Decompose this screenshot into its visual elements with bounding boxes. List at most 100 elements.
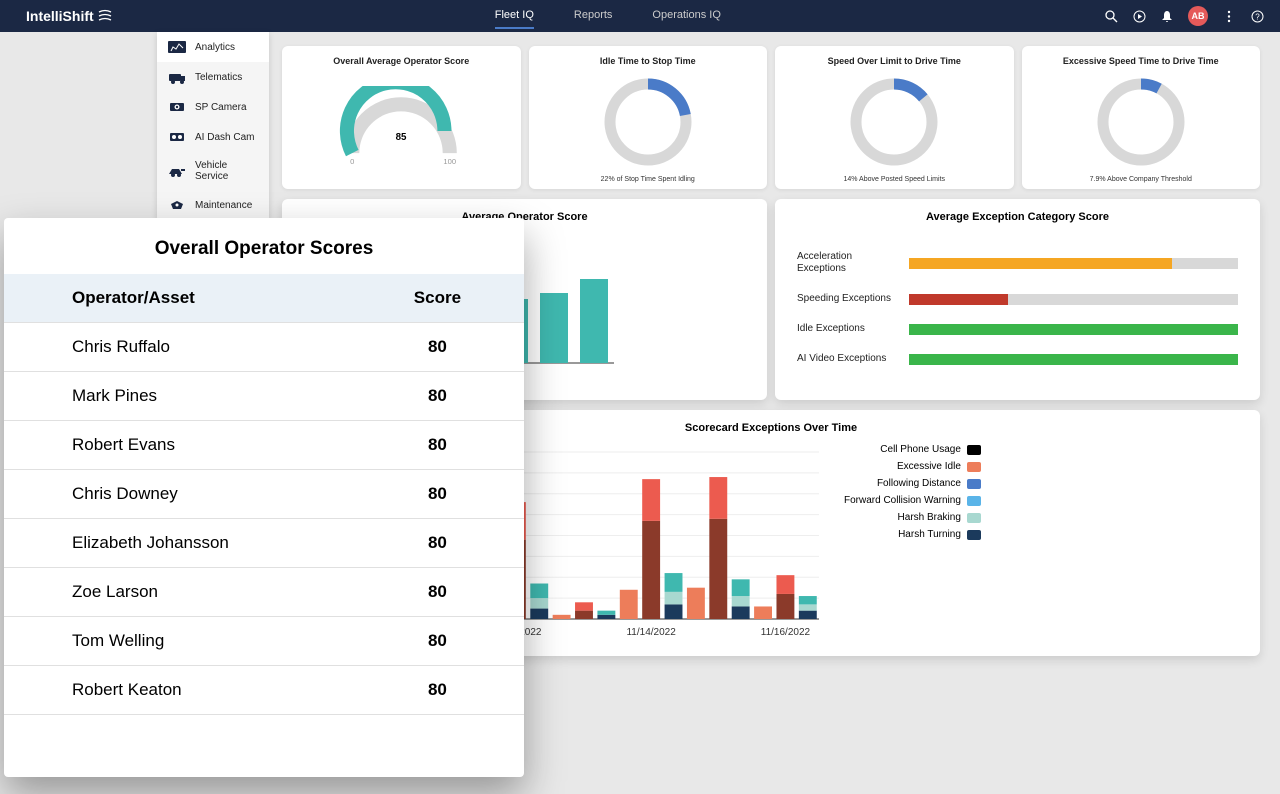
sidebar-item-label: Vehicle Service bbox=[195, 160, 259, 182]
legend-swatch bbox=[967, 479, 981, 489]
gauge-footer: 22% of Stop Time Spent Idling bbox=[601, 176, 695, 183]
cell-operator: Tom Welling bbox=[4, 617, 351, 666]
sidebar-icon bbox=[167, 130, 187, 144]
table-row[interactable]: Robert Keaton80 bbox=[4, 666, 524, 715]
legend-label: Forward Collision Warning bbox=[844, 495, 961, 506]
legend-item: Harsh Turning bbox=[844, 529, 981, 540]
chart-title: Average Exception Category Score bbox=[787, 211, 1248, 223]
cell-score: 80 bbox=[351, 666, 524, 715]
cell-operator: Robert Keaton bbox=[4, 666, 351, 715]
sidebar-item-ai-dash-cam[interactable]: AI Dash Cam bbox=[157, 122, 269, 152]
gauge-title: Speed Over Limit to Drive Time bbox=[828, 56, 961, 66]
avatar[interactable]: AB bbox=[1188, 6, 1208, 26]
nav-tab-fleet-iq[interactable]: Fleet IQ bbox=[495, 3, 534, 29]
nav-tab-operations-iq[interactable]: Operations IQ bbox=[652, 3, 720, 29]
cell-score: 80 bbox=[351, 421, 524, 470]
gauge-card-1: Idle Time to Stop Time 22% of Stop Time … bbox=[529, 46, 768, 189]
table-row[interactable]: Tom Welling80 bbox=[4, 617, 524, 666]
help-icon[interactable]: ? bbox=[1250, 9, 1264, 23]
cell-score: 80 bbox=[351, 323, 524, 372]
cell-operator: Chris Downey bbox=[4, 470, 351, 519]
sidebar-item-analytics[interactable]: Analytics bbox=[157, 32, 269, 62]
sidebar-item-label: SP Camera bbox=[195, 102, 247, 113]
search-icon[interactable] bbox=[1104, 9, 1118, 23]
col-operator: Operator/Asset bbox=[4, 274, 351, 323]
sidebar-icon bbox=[167, 100, 187, 114]
sidebar-item-sp-camera[interactable]: SP Camera bbox=[157, 92, 269, 122]
exception-label: Idle Exceptions bbox=[797, 323, 897, 335]
more-vertical-icon[interactable] bbox=[1222, 9, 1236, 23]
cell-score: 80 bbox=[351, 519, 524, 568]
cell-score: 80 bbox=[351, 470, 524, 519]
sidebar-item-label: Analytics bbox=[195, 42, 235, 53]
cell-operator: Elizabeth Johansson bbox=[4, 519, 351, 568]
gauge-chart bbox=[1030, 72, 1253, 172]
sidebar-icon bbox=[167, 198, 187, 212]
sidebar: Analytics Telematics SP Camera AI Dash Cam V… bbox=[157, 32, 269, 220]
cell-operator: Chris Ruffalo bbox=[4, 323, 351, 372]
legend-label: Harsh Braking bbox=[898, 512, 961, 523]
legend-label: Cell Phone Usage bbox=[880, 444, 961, 455]
cell-operator: Mark Pines bbox=[4, 372, 351, 421]
col-score: Score bbox=[351, 274, 524, 323]
play-icon[interactable] bbox=[1132, 9, 1146, 23]
brand-icon bbox=[98, 9, 112, 23]
exception-label: Speeding Exceptions bbox=[797, 293, 897, 305]
legend-label: Harsh Turning bbox=[898, 529, 961, 540]
table-row[interactable]: Mark Pines80 bbox=[4, 372, 524, 421]
top-navbar: IntelliShift Fleet IQ Reports Operations… bbox=[0, 0, 1280, 32]
exception-row: Acceleration Exceptions bbox=[797, 251, 1238, 275]
table-row[interactable]: Elizabeth Johansson80 bbox=[4, 519, 524, 568]
cell-operator: Robert Evans bbox=[4, 421, 351, 470]
svg-text:100: 100 bbox=[444, 156, 457, 165]
gauge-row: Overall Average Operator Score 85 0 100 … bbox=[282, 46, 1260, 189]
legend-swatch bbox=[967, 462, 981, 472]
svg-text:11/14/2022: 11/14/2022 bbox=[626, 627, 676, 638]
sidebar-item-maintenance[interactable]: Maintenance bbox=[157, 190, 269, 220]
brand-text: IntelliShift bbox=[26, 8, 94, 24]
overall-operator-scores-popup: Overall Operator Scores Operator/Asset S… bbox=[4, 218, 524, 777]
sidebar-icon bbox=[167, 164, 187, 178]
svg-text:0: 0 bbox=[350, 156, 354, 165]
svg-text:85: 85 bbox=[396, 132, 407, 143]
legend-item: Excessive Idle bbox=[844, 461, 981, 472]
sidebar-item-telematics[interactable]: Telematics bbox=[157, 62, 269, 92]
legend-label: Following Distance bbox=[877, 478, 961, 489]
legend-swatch bbox=[967, 445, 981, 455]
gauge-card-3: Excessive Speed Time to Drive Time 7.9% … bbox=[1022, 46, 1261, 189]
exception-bar bbox=[909, 324, 1238, 335]
card-avg-exception-score: Average Exception Category Score Acceler… bbox=[775, 199, 1260, 400]
legend-item: Following Distance bbox=[844, 478, 981, 489]
gauge-chart bbox=[537, 72, 760, 172]
sidebar-icon bbox=[167, 70, 187, 84]
nav-tab-reports[interactable]: Reports bbox=[574, 3, 613, 29]
gauge-title: Excessive Speed Time to Drive Time bbox=[1063, 56, 1219, 66]
cell-score: 80 bbox=[351, 617, 524, 666]
sidebar-item-vehicle-service[interactable]: Vehicle Service bbox=[157, 152, 269, 190]
brand-logo: IntelliShift bbox=[26, 8, 112, 24]
legend-item: Harsh Braking bbox=[844, 512, 981, 523]
exception-row: AI Video Exceptions bbox=[797, 353, 1238, 365]
gauge-title: Idle Time to Stop Time bbox=[600, 56, 696, 66]
sidebar-item-label: Telematics bbox=[195, 72, 242, 83]
cell-score: 80 bbox=[351, 372, 524, 421]
legend: Cell Phone Usage Excessive Idle Following … bbox=[844, 444, 981, 540]
exception-bar bbox=[909, 354, 1238, 365]
table-row[interactable]: Robert Evans80 bbox=[4, 421, 524, 470]
nav-right: AB ? bbox=[1104, 6, 1264, 26]
exception-label: AI Video Exceptions bbox=[797, 353, 897, 365]
exception-rows: Acceleration Exceptions Speeding Excepti… bbox=[787, 233, 1248, 373]
exception-bar bbox=[909, 294, 1238, 305]
table-row[interactable]: Zoe Larson80 bbox=[4, 568, 524, 617]
gauge-footer: 14% Above Posted Speed Limits bbox=[843, 176, 945, 183]
gauge-card-2: Speed Over Limit to Drive Time 14% Above… bbox=[775, 46, 1014, 189]
legend-item: Forward Collision Warning bbox=[844, 495, 981, 506]
bell-icon[interactable] bbox=[1160, 9, 1174, 23]
cell-operator: Zoe Larson bbox=[4, 568, 351, 617]
nav-tabs: Fleet IQ Reports Operations IQ bbox=[112, 3, 1104, 29]
table-row[interactable]: Chris Ruffalo80 bbox=[4, 323, 524, 372]
table-row[interactable]: Chris Downey80 bbox=[4, 470, 524, 519]
exception-label: Acceleration Exceptions bbox=[797, 251, 897, 275]
exception-row: Idle Exceptions bbox=[797, 323, 1238, 335]
gauge-chart bbox=[783, 72, 1006, 172]
